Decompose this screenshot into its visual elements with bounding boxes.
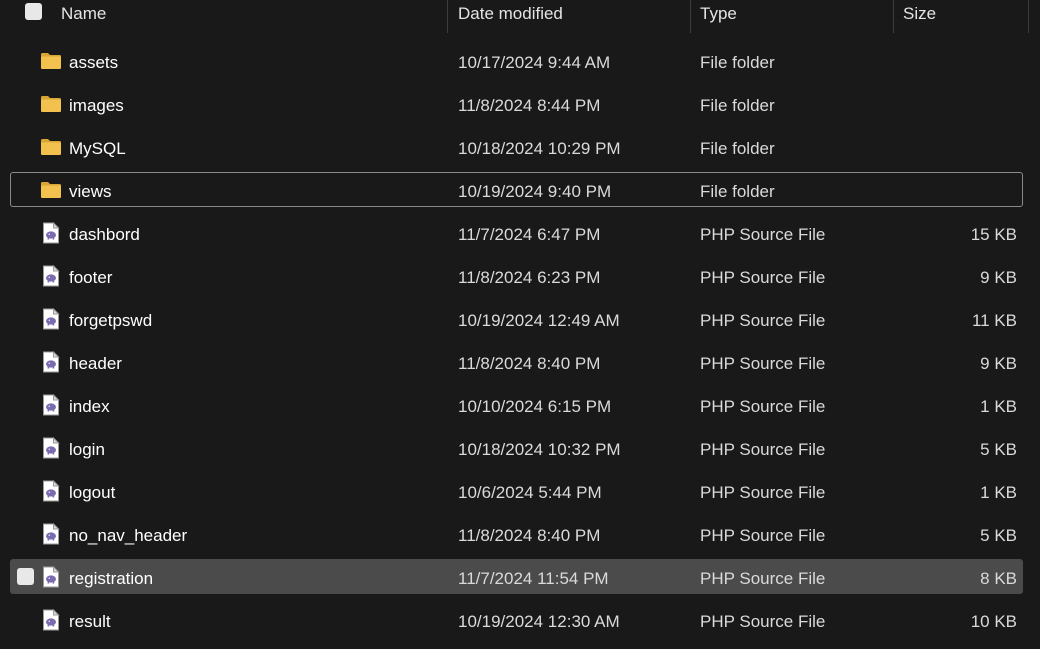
folder-row[interactable]: views 10/19/2024 9:40 PM File folder [0, 170, 1040, 213]
file-name: footer [69, 268, 113, 287]
folder-icon [40, 136, 62, 158]
date-modified: 11/7/2024 6:47 PM [458, 225, 601, 244]
file-type: PHP Source File [700, 569, 826, 588]
file-type: PHP Source File [700, 397, 826, 416]
file-size: 9 KB [980, 354, 1017, 373]
date-modified: 10/6/2024 5:44 PM [458, 483, 602, 502]
file-size: 1 KB [980, 483, 1017, 502]
row-checkbox[interactable] [17, 568, 34, 585]
file-row[interactable]: logout 10/6/2024 5:44 PM PHP Source File 1 … [0, 471, 1040, 514]
file-row[interactable]: dashbord 11/7/2024 6:47 PM PHP Source File… [0, 213, 1040, 256]
php-file-icon [40, 522, 62, 545]
file-name: index [69, 397, 110, 416]
date-modified: 10/19/2024 12:49 AM [458, 311, 620, 330]
file-row[interactable]: registration 11/7/2024 11:54 PM PHP Source… [0, 557, 1040, 600]
column-size-header[interactable]: Size [903, 0, 936, 34]
file-name: registration [69, 569, 154, 588]
file-row[interactable]: forgetpswd 10/19/2024 12:49 AM PHP Source … [0, 299, 1040, 342]
php-file-icon [40, 350, 62, 373]
file-type: File folder [700, 53, 775, 72]
date-modified: 11/8/2024 8:40 PM [458, 354, 601, 373]
file-type: PHP Source File [700, 311, 826, 330]
php-file-icon [40, 436, 62, 459]
php-file-icon [40, 221, 62, 244]
folder-icon [40, 50, 62, 72]
file-name: login [69, 440, 105, 459]
folder-icon [40, 179, 62, 201]
file-name: no_nav_header [69, 526, 188, 545]
file-explorer-list: Name Date modified Type Size assets 10/17… [0, 0, 1040, 649]
file-type: PHP Source File [700, 225, 826, 244]
date-modified: 10/18/2024 10:29 PM [458, 139, 621, 158]
file-size: 1 KB [980, 397, 1017, 416]
file-type: File folder [700, 182, 775, 201]
file-name: dashbord [69, 225, 140, 244]
file-type: File folder [700, 139, 775, 158]
file-type: PHP Source File [700, 526, 826, 545]
folder-icon [40, 93, 62, 115]
date-modified: 11/7/2024 11:54 PM [458, 569, 609, 588]
file-size: 11 KB [971, 311, 1017, 330]
date-modified: 11/8/2024 6:23 PM [458, 268, 601, 287]
date-modified: 10/17/2024 9:44 AM [458, 53, 611, 72]
column-divider[interactable] [893, 0, 894, 33]
file-name: forgetpswd [69, 311, 153, 330]
php-file-icon [40, 565, 62, 588]
file-size: 5 KB [980, 440, 1017, 459]
php-file-icon [40, 479, 62, 502]
file-row[interactable]: login 10/18/2024 10:32 PM PHP Source File 5… [0, 428, 1040, 471]
file-name: result [69, 612, 111, 631]
file-size: 10 KB [970, 612, 1017, 631]
column-date-header[interactable]: Date modified [458, 0, 563, 34]
column-divider[interactable] [1028, 0, 1029, 33]
column-name-header[interactable]: Name [61, 0, 106, 34]
php-file-icon [40, 264, 62, 287]
file-name: images [69, 96, 124, 115]
file-type: PHP Source File [700, 483, 826, 502]
file-size: 8 KB [980, 569, 1017, 588]
date-modified: 10/18/2024 10:32 PM [458, 440, 621, 459]
file-name: header [69, 354, 122, 373]
folder-row[interactable]: images 11/8/2024 8:44 PM File folder [0, 84, 1040, 127]
file-size: 5 KB [980, 526, 1017, 545]
file-list: assets 10/17/2024 9:44 AM File folder image… [0, 41, 1040, 643]
file-name: MySQL [69, 139, 126, 158]
file-name: views [69, 182, 112, 201]
file-type: PHP Source File [700, 268, 826, 287]
file-name: logout [69, 483, 116, 502]
column-header: Name Date modified Type Size [0, 0, 1040, 34]
file-row[interactable]: footer 11/8/2024 6:23 PM PHP Source File 9 … [0, 256, 1040, 299]
column-type-header[interactable]: Type [700, 0, 737, 34]
file-type: File folder [700, 96, 775, 115]
file-name: assets [69, 53, 119, 72]
folder-row[interactable]: assets 10/17/2024 9:44 AM File folder [0, 41, 1040, 84]
column-divider[interactable] [690, 0, 691, 33]
file-size: 15 KB [970, 225, 1017, 244]
php-file-icon [40, 307, 62, 330]
php-file-icon [40, 608, 62, 631]
date-modified: 11/8/2024 8:40 PM [458, 526, 601, 545]
file-row[interactable]: result 10/19/2024 12:30 AM PHP Source File… [0, 600, 1040, 643]
file-row[interactable]: no_nav_header 11/8/2024 8:40 PM PHP Source… [0, 514, 1040, 557]
file-type: PHP Source File [700, 612, 826, 631]
php-file-icon [40, 393, 62, 416]
date-modified: 10/19/2024 12:30 AM [458, 612, 620, 631]
column-divider[interactable] [447, 0, 448, 33]
select-all-checkbox[interactable] [25, 3, 42, 20]
date-modified: 10/10/2024 6:15 PM [458, 397, 612, 416]
file-type: PHP Source File [700, 354, 826, 373]
file-size: 9 KB [980, 268, 1017, 287]
date-modified: 10/19/2024 9:40 PM [458, 182, 612, 201]
file-row[interactable]: header 11/8/2024 8:40 PM PHP Source File 9 … [0, 342, 1040, 385]
file-row[interactable]: index 10/10/2024 6:15 PM PHP Source File 1 … [0, 385, 1040, 428]
file-type: PHP Source File [700, 440, 826, 459]
date-modified: 11/8/2024 8:44 PM [458, 96, 601, 115]
folder-row[interactable]: MySQL 10/18/2024 10:29 PM File folder [0, 127, 1040, 170]
